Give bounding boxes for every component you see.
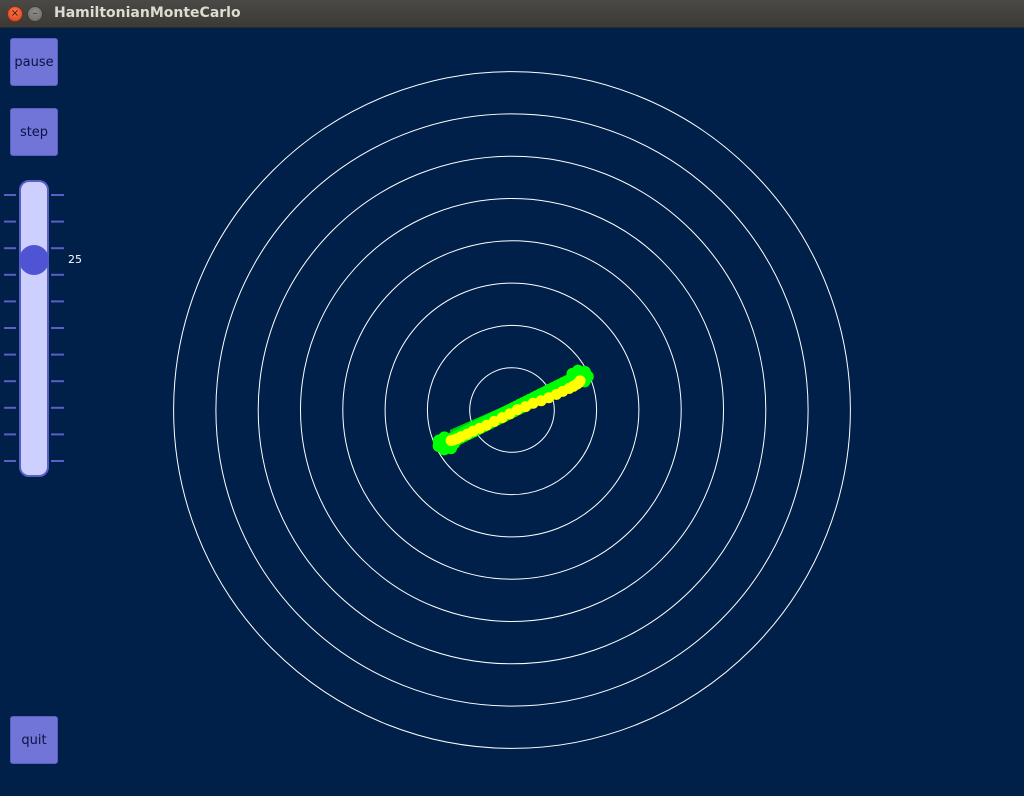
slider-track[interactable] — [19, 180, 49, 477]
window-title: HamiltonianMonteCarlo — [54, 5, 241, 21]
close-icon: × — [10, 8, 20, 19]
slider-knob[interactable] — [19, 245, 49, 275]
quit-button[interactable]: quit — [10, 716, 58, 764]
simulation-canvas: pause step 25 quit — [0, 28, 1024, 796]
hmc-plot — [173, 71, 851, 749]
minimize-window-button[interactable]: – — [27, 6, 43, 22]
close-window-button[interactable]: × — [7, 6, 23, 22]
title-bar: × – HamiltonianMonteCarlo — [0, 0, 1024, 28]
app-window: × – HamiltonianMonteCarlo pause step 25 … — [0, 0, 1024, 796]
yellow-point — [574, 375, 586, 387]
pause-button[interactable]: pause — [10, 38, 58, 86]
slider-value: 25 — [68, 253, 82, 266]
step-button[interactable]: step — [10, 108, 58, 156]
minimize-icon: – — [32, 8, 38, 19]
